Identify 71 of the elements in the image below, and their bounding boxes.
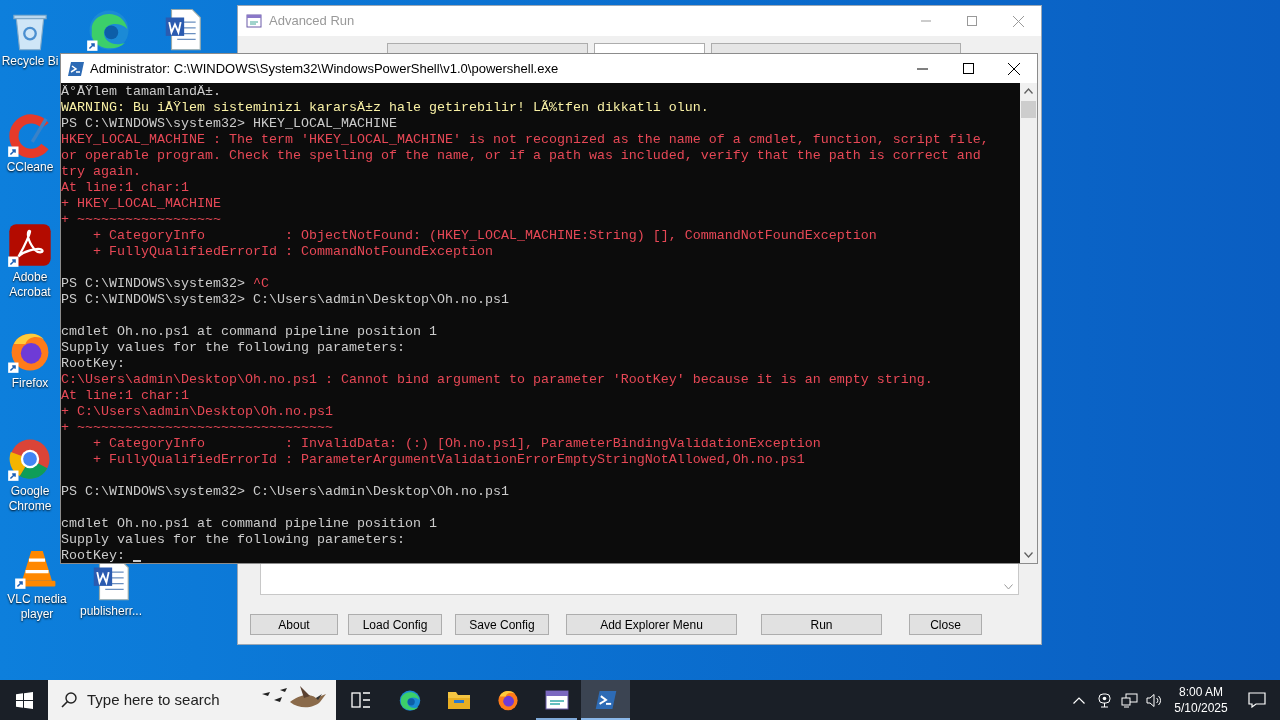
console-text: PS C:\WINDOWS\system32>	[61, 276, 246, 292]
close-icon	[1008, 62, 1020, 75]
notification-icon[interactable]	[1248, 692, 1266, 708]
console-text: cmdlet Oh.no.ps1 at command pipeline position 1	[61, 516, 437, 532]
console-text: ^C	[252, 276, 269, 292]
console-text: RootKey:	[61, 548, 126, 563]
pdf-icon[interactable]	[7, 222, 53, 268]
dialog-button[interactable]: Run	[761, 614, 882, 635]
console-text: RootKey:	[61, 356, 125, 372]
clock[interactable]: 8:00 AM 5/10/2025	[1171, 684, 1231, 716]
console-text: + FullyQualifiedErrorId : ParameterArgumentValidationErrorEmptyStringNotAllowed,Oh.no.ps1	[92, 452, 805, 468]
console-text: Supply values for the following parameters:	[61, 532, 405, 548]
scrollbar[interactable]	[1020, 83, 1037, 563]
icon-label: Adobe Acrobat	[8, 270, 52, 300]
dialog-button[interactable]: Add Explorer Menu	[566, 614, 737, 635]
console-text: HKEY_LOCAL_MACHINE : The term 'HKEY_LOCAL_MACHINE' is not recognized as the name of a cmdlet, function, script file,	[61, 132, 989, 148]
search-icon	[61, 692, 77, 708]
icon-label: Firefox	[11, 376, 49, 391]
console-text: or operable program. Check the spelling of the name, or if a path was included, verify that the path is correct and	[61, 148, 981, 164]
maximize-icon	[967, 16, 977, 26]
console-text: + HKEY_LOCAL_MACHINE	[61, 196, 221, 212]
window-icon	[246, 13, 262, 29]
browser-icon	[495, 688, 520, 712]
powershell-icon	[594, 691, 617, 709]
dialog-button[interactable]: Load Config	[348, 614, 442, 635]
console-text: At line:1 char:1	[61, 388, 189, 404]
console-text: PS C:\WINDOWS\system32> HKEY_LOCAL_MACHINE	[61, 116, 397, 132]
powershell-icon	[68, 61, 84, 76]
dialog-button[interactable]: Close	[909, 614, 982, 635]
scroll-down-icon[interactable]	[1024, 552, 1033, 558]
close-icon	[1012, 15, 1024, 27]
console-text: + CategoryInfo : InvalidData: (:) [Oh.no.ps1], ParameterBindingValidationException	[92, 436, 821, 452]
console-text: + C:\Users\admin\Desktop\Oh.no.ps1	[61, 404, 333, 420]
console-text: try again.	[61, 164, 141, 180]
scrollbar-thumb[interactable]	[1021, 101, 1036, 118]
console-text: WARNING: Bu iÅŸlem sisteminizi kararsÄ±z hale getirebilir! LÃ%tfen dikkatli olun.	[61, 100, 709, 116]
maximize-icon	[962, 63, 974, 74]
console-text: PS C:\WINDOWS\system32> C:\Users\admin\Desktop\Oh.no.ps1	[61, 292, 509, 308]
console-text: Ä°ÅŸlem tamamlandÄ±.	[61, 84, 221, 100]
icon-label: Google Chrome	[7, 484, 53, 514]
icon-label: VLC media player	[6, 592, 68, 622]
icon-label: publisherr...	[79, 604, 142, 619]
webcam-icon[interactable]	[1097, 692, 1112, 708]
scroll-up-icon[interactable]	[1024, 88, 1033, 94]
clock-time: 8:00 AM	[1179, 684, 1223, 700]
task-view-icon	[350, 691, 371, 709]
console-text: + ~~~~~~~~~~~~~~~~~~	[61, 212, 221, 228]
window-title: Administrator: C:\WINDOWS\System32\WindowsPowerShell\v1.0\powershell.exe	[90, 59, 559, 78]
clock-date: 5/10/2025	[1174, 700, 1228, 716]
dialog-button[interactable]: Save Config	[455, 614, 549, 635]
console-text: C:\Users\admin\Desktop\Oh.no.ps1 : Cannot bind argument to parameter 'RootKey' because it is an empty string.	[61, 372, 933, 388]
console-text: At line:1 char:1	[61, 180, 189, 196]
folder-icon	[446, 689, 471, 711]
network-icon[interactable]	[1121, 692, 1138, 708]
app-window-icon	[544, 689, 569, 711]
icon-label: Recycle Bi	[1, 54, 59, 69]
window-title: Advanced Run	[269, 12, 355, 31]
volume-icon[interactable]	[1146, 692, 1163, 708]
search-placeholder: Type here to search	[87, 689, 220, 710]
icon-label: CCleane	[6, 160, 54, 175]
console-text: + ~~~~~~~~~~~~~~~~~~~~~~~~~~~~~~~~	[61, 420, 333, 436]
chevron-up-icon[interactable]	[1073, 696, 1085, 704]
windows-logo-icon	[15, 691, 33, 709]
console-text: + CategoryInfo : ObjectNotFound: (HKEY_LOCAL_MACHINE:String) [], CommandNotFoundException	[92, 228, 877, 244]
search-field[interactable]: Type here to search	[48, 680, 336, 720]
console-text: + FullyQualifiedErrorId : CommandNotFoundException	[92, 244, 493, 260]
console-text: cmdlet Oh.no.ps1 at command pipeline position 1	[61, 324, 437, 340]
browser-icon	[397, 688, 422, 712]
console-text: PS C:\WINDOWS\system32> C:\Users\admin\Desktop\Oh.no.ps1	[61, 484, 509, 500]
dialog-button[interactable]: About	[250, 614, 338, 635]
console-text: Supply values for the following parameters:	[61, 340, 405, 356]
